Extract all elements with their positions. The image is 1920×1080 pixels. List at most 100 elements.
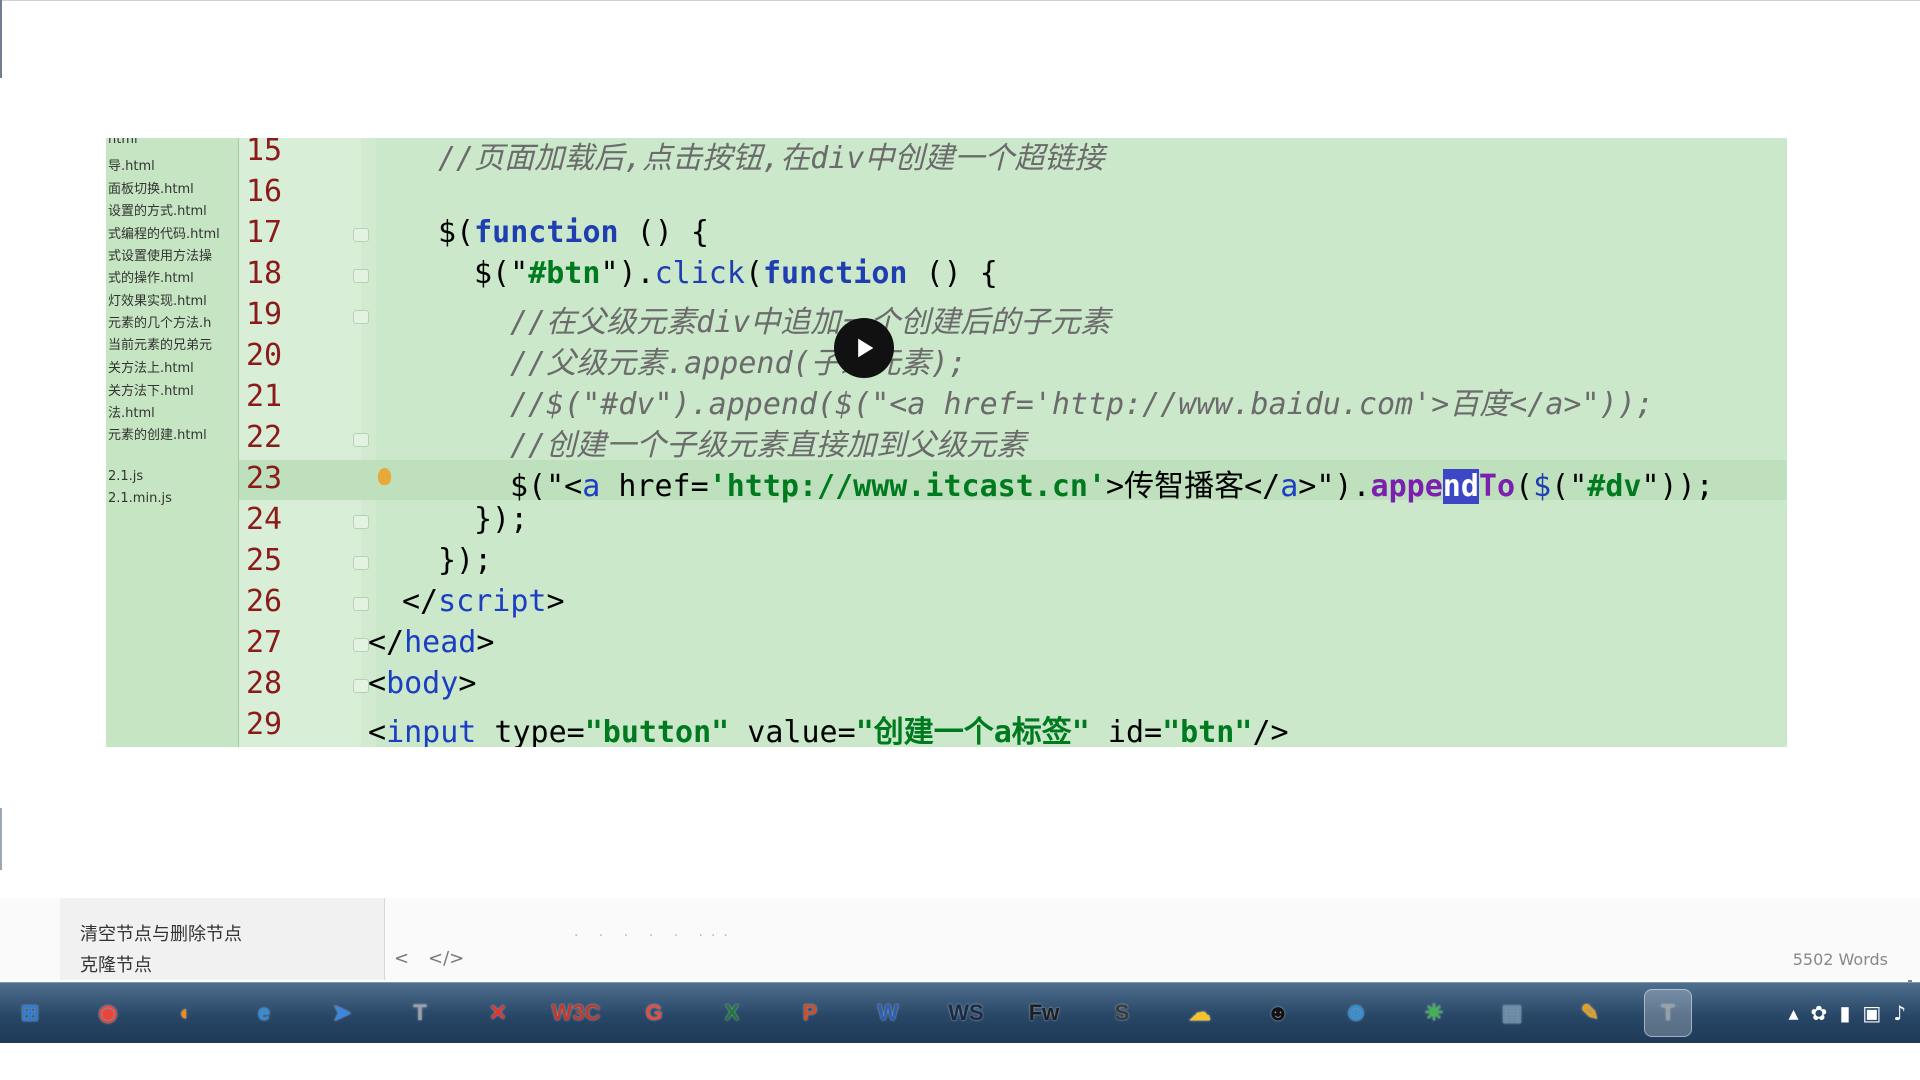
source-code-icon[interactable]: </> xyxy=(428,948,464,969)
fold-marker-icon[interactable] xyxy=(353,310,369,324)
firefox-icon[interactable]: ◐ xyxy=(162,989,210,1037)
code-line-27[interactable]: </head> xyxy=(368,625,494,660)
network-icon[interactable]: ▣ xyxy=(1862,1001,1881,1025)
outline-item[interactable]: 克隆节点 xyxy=(80,951,152,977)
code-line-25[interactable]: }); xyxy=(438,543,492,578)
file-item[interactable]: 设置的方式.html xyxy=(108,200,236,219)
file-item[interactable]: 当前元素的兄弟元 xyxy=(108,334,236,353)
player-icon[interactable]: ⊛ xyxy=(1332,989,1380,1037)
tag-name: body xyxy=(386,666,459,701)
typora-active-icon[interactable]: T xyxy=(1644,989,1692,1037)
lightbulb-icon[interactable] xyxy=(378,468,391,485)
code-line-28[interactable]: <body> xyxy=(368,666,476,701)
outline-item[interactable]: 清空节点与删除节点 xyxy=(80,920,242,946)
powerpoint-icon[interactable]: P xyxy=(786,989,834,1037)
token: id= xyxy=(1089,715,1163,747)
player-glyph: ⊛ xyxy=(1346,1000,1366,1025)
token: >"). xyxy=(1298,469,1371,504)
play-button[interactable] xyxy=(834,318,894,378)
code-line-19[interactable]: //在父级元素div中追加一个创建后的子元素 xyxy=(510,297,1110,341)
typora-icon[interactable]: T xyxy=(396,989,444,1037)
line-number: 27 xyxy=(246,625,283,660)
line-number: 22 xyxy=(246,420,283,455)
atom-icon[interactable]: ✳ xyxy=(1410,989,1458,1037)
code-line-22[interactable]: //创建一个子级元素直接加到父级元素 xyxy=(510,420,1026,464)
word-icon[interactable]: W xyxy=(864,989,912,1037)
token: (" xyxy=(1551,469,1588,504)
tray-expand-icon[interactable]: ▴ xyxy=(1789,1001,1799,1025)
w3c-icon[interactable]: W3C xyxy=(552,989,601,1037)
file-item[interactable]: 法.html xyxy=(108,402,236,421)
file-item[interactable]: 元素的创建.html xyxy=(108,424,236,443)
webstorm-icon[interactable]: WS xyxy=(942,989,990,1037)
sublime-icon[interactable]: S xyxy=(1098,989,1146,1037)
tray-device-icon[interactable]: ▮ xyxy=(1839,1001,1850,1025)
xmind-icon[interactable]: ✕ xyxy=(474,989,522,1037)
code-line-24[interactable]: }); xyxy=(474,502,528,537)
file-item[interactable]: 2.1.js xyxy=(108,469,236,484)
file-item[interactable]: 式设置使用方法操 xyxy=(108,245,236,264)
typora-glyph: T xyxy=(413,1000,427,1025)
file-item[interactable]: 2.1.min.js xyxy=(108,491,236,506)
code-line-20[interactable]: //父级元素.append(子级元素); xyxy=(510,338,967,382)
file-item[interactable]: 式编程的代码.html xyxy=(108,223,236,242)
video-frame[interactable]: html 导.html 面板切换.html 设置的方式.html 式编程的代码.… xyxy=(106,138,1787,747)
excel-icon[interactable]: X xyxy=(708,989,756,1037)
fold-marker-icon[interactable] xyxy=(353,679,369,693)
string: 'http://www.itcast.cn' xyxy=(708,469,1107,504)
file-item[interactable]: 关方法下.html xyxy=(108,380,236,399)
paint-icon[interactable]: ✎ xyxy=(1566,989,1614,1037)
token: ")); xyxy=(1641,469,1714,504)
method: appe xyxy=(1370,469,1443,504)
qq-icon[interactable]: ☻ xyxy=(1254,989,1302,1037)
code-line-26[interactable]: </script> xyxy=(402,584,565,619)
file-item[interactable]: 导.html xyxy=(108,155,236,174)
start-icon[interactable]: ⊞ xyxy=(6,989,54,1037)
chat-icon[interactable]: ☁ xyxy=(1176,989,1224,1037)
method: click xyxy=(654,256,745,291)
firefox-glyph: ◐ xyxy=(179,1000,193,1025)
file-item[interactable]: html xyxy=(108,138,236,147)
token: < xyxy=(368,666,387,701)
line-number: 24 xyxy=(246,502,283,537)
fireworks-icon[interactable]: Fw xyxy=(1020,989,1068,1037)
fold-marker-icon[interactable] xyxy=(353,515,369,529)
fold-marker-icon[interactable] xyxy=(353,556,369,570)
line-number: 20 xyxy=(246,338,283,373)
fold-marker-icon[interactable] xyxy=(353,597,369,611)
file-item[interactable]: 关方法上.html xyxy=(108,357,236,376)
file-item[interactable]: 元素的几个方法.h xyxy=(108,312,236,331)
fold-marker-icon[interactable] xyxy=(353,638,369,652)
token: value= xyxy=(729,715,856,747)
text-selection: nd xyxy=(1442,469,1479,504)
comment: //父级元素.append( xyxy=(510,346,811,381)
file-item[interactable]: 式的操作.html xyxy=(108,267,236,286)
fiddler-icon[interactable]: G xyxy=(630,989,678,1037)
token: /> xyxy=(1252,715,1289,747)
fold-marker-icon[interactable] xyxy=(353,433,369,447)
fiddler-glyph: G xyxy=(645,1000,663,1025)
paint-glyph: ✎ xyxy=(1580,1000,1600,1025)
tray-app-icon[interactable]: ✿ xyxy=(1811,1001,1828,1025)
explorer-icon[interactable]: ▤ xyxy=(1488,989,1536,1037)
ie-icon[interactable]: e xyxy=(240,989,288,1037)
code-line-29[interactable]: <input type="button" value="创建一个a标签" id=… xyxy=(368,707,1289,747)
chrome-icon[interactable]: ◉ xyxy=(84,989,132,1037)
powerpoint-glyph: P xyxy=(802,1000,818,1025)
window-edge-top xyxy=(0,0,2,78)
file-item[interactable]: 面板切换.html xyxy=(108,178,236,197)
method: To xyxy=(1478,469,1516,504)
fold-marker-icon[interactable] xyxy=(353,228,369,242)
fold-marker-icon[interactable] xyxy=(353,269,369,283)
code-line-23[interactable]: $("<a href='http://www.itcast.cn'>传智播客</… xyxy=(510,461,1714,505)
back-icon[interactable]: < xyxy=(394,948,409,969)
code-line-21[interactable]: //$("#dv").append($("<a href='http://www… xyxy=(510,379,1654,423)
feiq-icon[interactable]: ➤ xyxy=(318,989,366,1037)
volume-icon[interactable]: ♪ xyxy=(1893,1001,1906,1025)
code-line-18[interactable]: $("#btn").click(function () { xyxy=(474,256,998,291)
file-item[interactable]: 灯效果实现.html xyxy=(108,290,236,309)
token: "). xyxy=(600,256,655,291)
code-line-15[interactable]: //页面加载后,点击按钮,在div中创建一个超链接 xyxy=(438,138,1104,177)
code-line-17[interactable]: $(function () { xyxy=(438,215,709,250)
comment: //$("#dv").append($("<a href='http://www… xyxy=(510,387,1654,422)
